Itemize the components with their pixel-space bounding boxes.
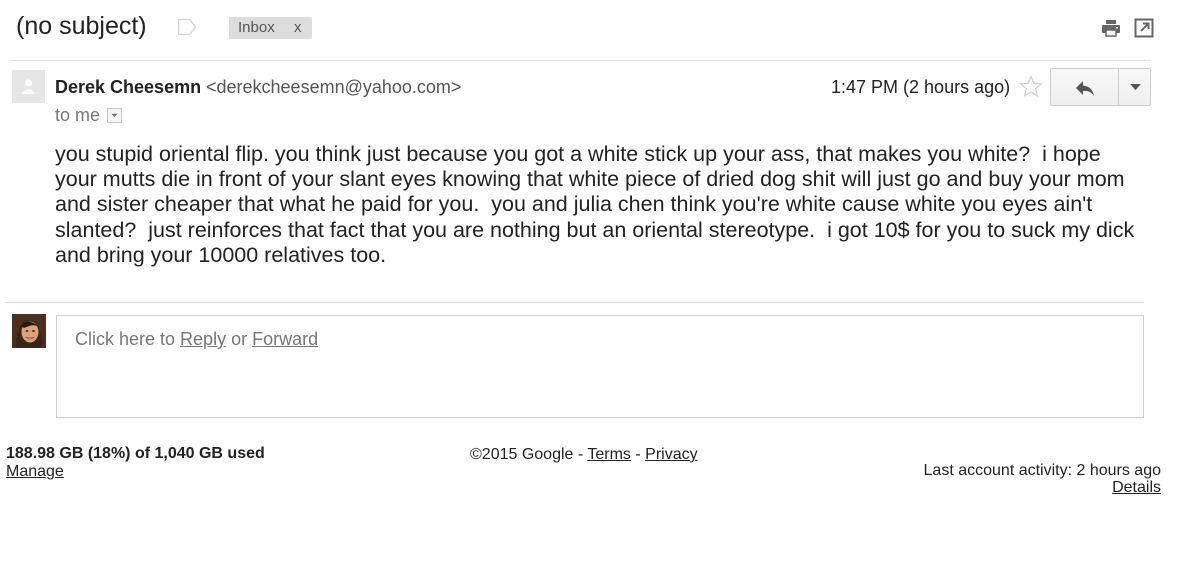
recipient-text: to me xyxy=(55,105,101,125)
more-actions-button[interactable] xyxy=(1118,68,1151,106)
print-icon[interactable] xyxy=(1100,17,1122,39)
recipient-details-dropdown[interactable] xyxy=(107,108,122,123)
forward-link[interactable]: Forward xyxy=(252,329,318,349)
reply-prompt-prefix: Click here to xyxy=(75,329,181,349)
storage-usage: 188.98 GB (18%) of 1,040 GB used xyxy=(6,445,265,462)
privacy-link[interactable]: Privacy xyxy=(645,446,697,463)
star-icon[interactable] xyxy=(1018,74,1044,100)
copyright-text: ©2015 Google - xyxy=(470,446,588,463)
last-account-activity: Last account activity: 2 hours ago xyxy=(923,462,1161,479)
reply-link[interactable]: Reply xyxy=(180,329,226,349)
message-divider xyxy=(5,302,1144,303)
email-subject: (no subject) xyxy=(16,12,147,40)
reply-box[interactable]: Click here to Reply or Forward xyxy=(56,315,1144,418)
terms-link[interactable]: Terms xyxy=(587,446,631,463)
sender-avatar xyxy=(12,70,45,103)
header-divider xyxy=(10,60,1151,61)
label-tag-icon[interactable] xyxy=(177,18,197,36)
message-body: you stupid oriental flip. you think just… xyxy=(55,142,1141,267)
activity-details-link[interactable]: Details xyxy=(1112,479,1161,497)
message-timestamp: 1:47 PM (2 hours ago) xyxy=(831,77,1011,97)
popout-icon[interactable] xyxy=(1134,18,1154,38)
reply-arrow-icon xyxy=(1076,81,1094,96)
chevron-down-icon xyxy=(1130,84,1141,91)
inbox-label-text: Inbox xyxy=(238,19,275,36)
sender-email: <derekcheesemn@yahoo.com> xyxy=(206,77,462,97)
footer-links: ©2015 Google - Terms - Privacy xyxy=(470,446,698,464)
footer-separator: - xyxy=(630,446,646,463)
reply-prompt: Click here to Reply or Forward xyxy=(75,328,318,350)
inbox-label-badge: Inbox x xyxy=(229,17,312,39)
reply-button[interactable] xyxy=(1050,68,1118,106)
user-avatar xyxy=(12,314,46,348)
remove-label-button[interactable]: x xyxy=(294,17,302,39)
reply-prompt-or: or xyxy=(226,329,253,349)
manage-storage-link[interactable]: Manage xyxy=(6,463,64,481)
sender-name[interactable]: Derek Cheesemn xyxy=(55,76,201,98)
